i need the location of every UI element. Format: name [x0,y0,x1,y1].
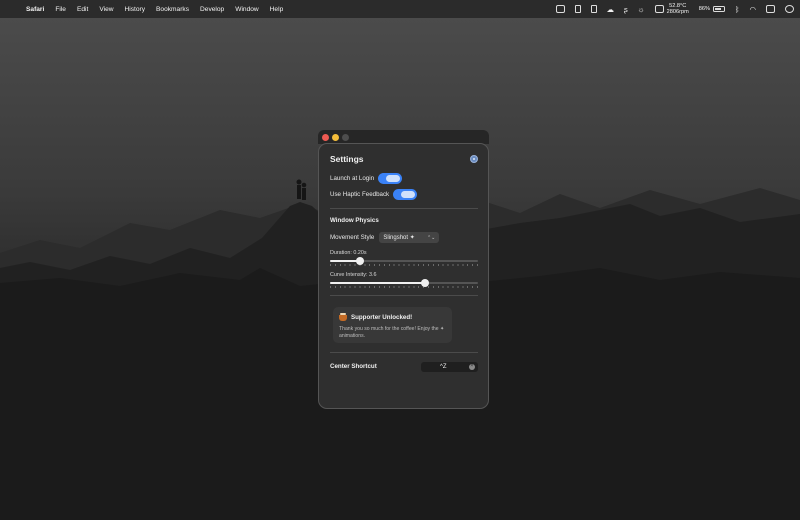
menu-window[interactable]: Window [235,6,258,13]
stats-widget[interactable]: 52.8°C 2806rpm [654,3,689,15]
movement-style-label: Movement Style [330,234,375,241]
control-center-icon[interactable] [766,5,775,13]
close-button[interactable] [322,133,329,141]
zoom-button[interactable] [342,133,349,141]
divider [330,352,478,353]
window-physics-heading: Window Physics [330,217,379,224]
menu-help[interactable]: Help [270,6,284,13]
menu-file[interactable]: File [55,6,66,13]
settings-panel: Settings Launch at Login Use Haptic Feed… [318,143,489,409]
divider [330,208,478,209]
curve-slider-thumb[interactable] [420,279,429,287]
curve-track-fill [330,282,425,284]
settings-title: Settings [330,154,364,164]
movement-style-row: Movement Style Slingshot ✦ ⌃⌄ [330,232,440,243]
menu-bar: Safari File Edit View History Bookmarks … [0,0,800,18]
launch-at-login-toggle[interactable] [378,173,403,184]
duration-slider-thumb[interactable] [355,257,364,265]
shortcut-recorder[interactable]: ^Z [421,362,478,372]
chevron-updown-icon: ⌃⌄ [426,234,436,241]
shortcut-value: ^Z [440,363,447,370]
launch-at-login-row: Launch at Login [330,173,403,184]
battery-percent-text: 86% [698,6,710,12]
curve-ticks [330,286,478,288]
battery-widget[interactable]: 86% [699,6,725,12]
script-icon[interactable]: ʂ [624,5,628,14]
movement-style-value: Slingshot ✦ [383,235,415,241]
fan-speed-text: 2806rpm [666,9,689,15]
movement-style-select[interactable]: Slingshot ✦ ⌃⌄ [379,232,440,243]
gear-icon[interactable] [470,155,478,163]
menu-bookmarks[interactable]: Bookmarks [156,6,189,13]
curve-intensity-label: Curve Intensity: 3.6 [330,272,377,278]
menu-develop[interactable]: Develop [200,6,224,13]
coffee-icon [339,312,347,321]
cloud-icon[interactable]: ☁ [607,5,615,14]
menu-app-name[interactable]: Safari [26,6,44,13]
sensor-readout: 52.8°C 2806rpm [667,3,689,15]
phone-icon[interactable] [590,5,597,13]
minimize-button[interactable] [332,133,339,141]
duration-label: Duration: 0.20s [330,250,367,256]
haptic-feedback-toggle[interactable] [393,189,418,200]
haptic-feedback-row: Use Haptic Feedback [330,189,418,200]
sun-icon[interactable]: ☼ [638,5,645,14]
clock-icon[interactable] [785,5,794,13]
launch-at-login-label: Launch at Login [330,175,375,182]
curve-intensity-slider[interactable] [330,279,478,288]
menu-view[interactable]: View [99,6,113,13]
battery-icon [712,6,725,12]
supporter-message: Thank you so much for the coffee! Enjoy … [339,326,445,339]
supporter-header: Supporter Unlocked! [339,312,413,321]
sd-card-icon[interactable] [574,5,581,13]
stats-icon [654,5,664,13]
menu-history[interactable]: History [125,6,146,13]
center-shortcut-label: Center Shortcut [330,363,377,370]
menu-edit[interactable]: Edit [77,6,88,13]
duration-slider[interactable] [330,257,478,266]
duration-ticks [330,264,478,266]
wifi-icon[interactable]: ◠ [749,5,756,14]
haptic-feedback-label: Use Haptic Feedback [330,191,390,198]
clear-shortcut-icon[interactable] [469,363,475,370]
window-titlebar[interactable] [318,130,489,144]
supporter-title: Supporter Unlocked! [351,314,413,321]
bluetooth-icon[interactable]: ᛒ [735,5,740,14]
supporter-card: Supporter Unlocked! Thank you so much fo… [333,307,452,343]
finder-window-icon[interactable] [555,5,565,13]
divider [330,295,478,296]
status-area: ☁ ʂ ☼ 52.8°C 2806rpm 86% ᛒ ◠ [555,0,794,18]
